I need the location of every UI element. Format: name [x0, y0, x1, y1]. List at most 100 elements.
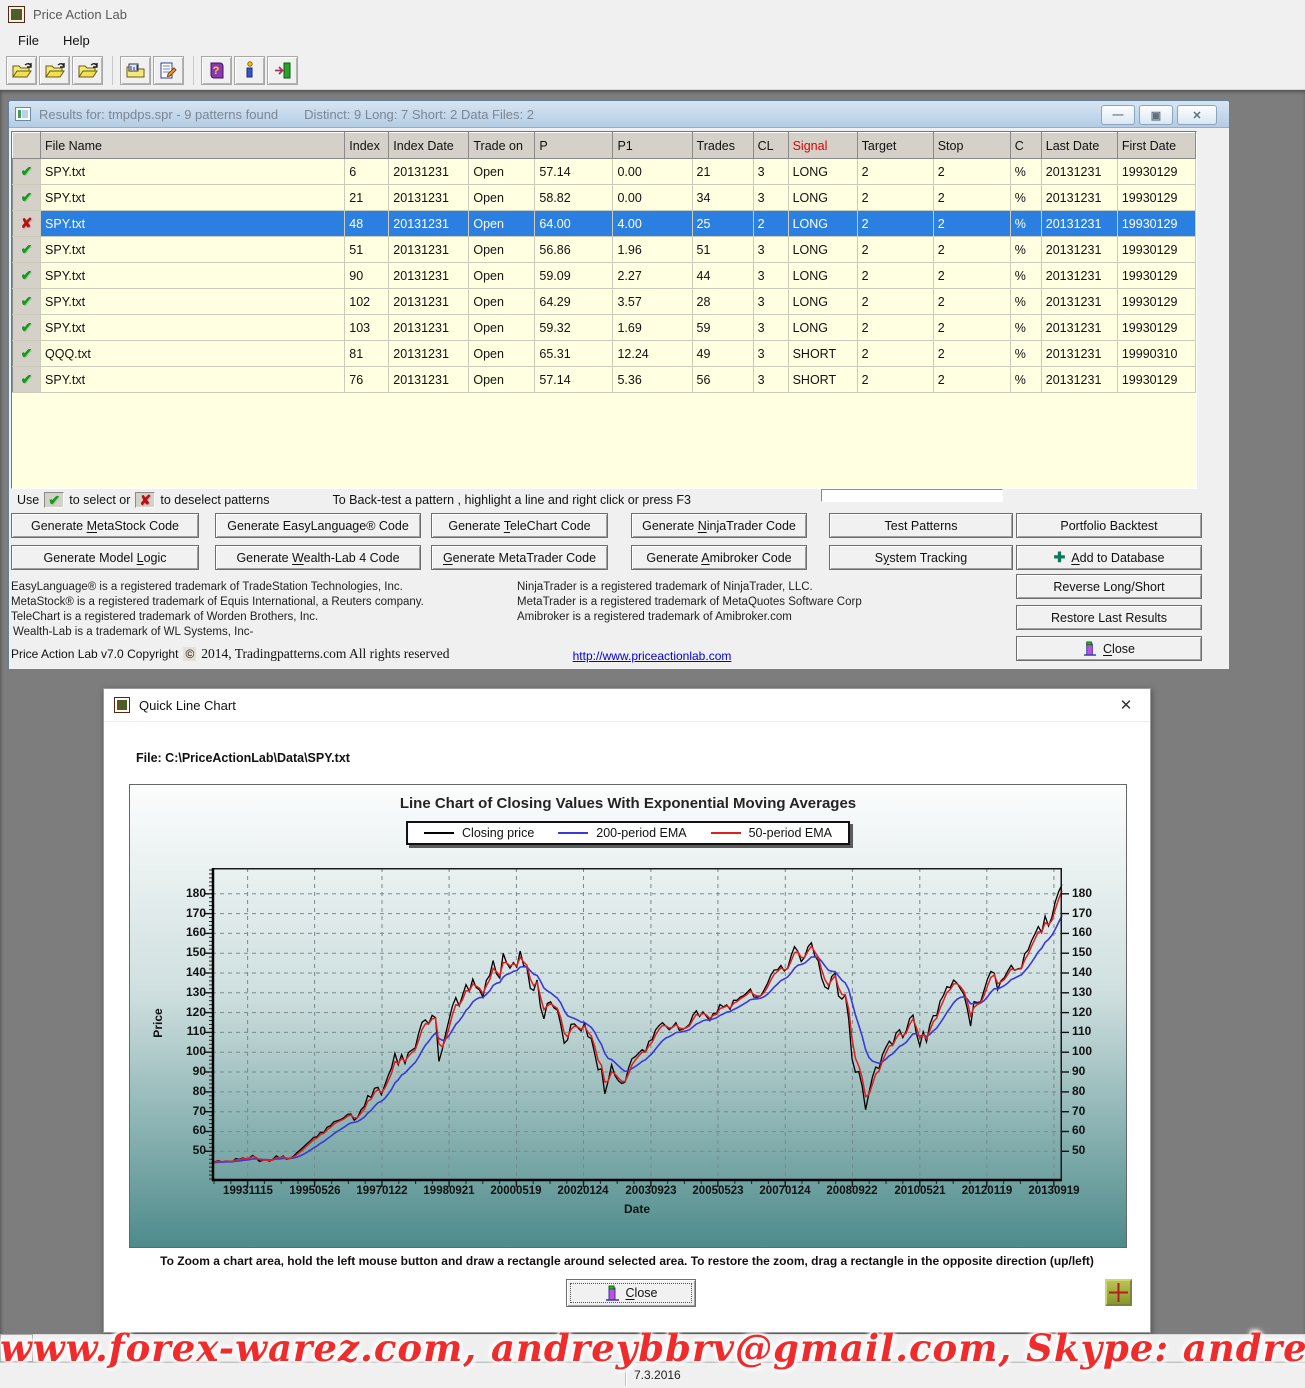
- column-header[interactable]: Target: [857, 133, 933, 159]
- table-cell: 20131231: [1041, 315, 1117, 341]
- button-generate-telechart-code[interactable]: Generate TeleChart Code: [431, 513, 608, 538]
- button-test-patterns[interactable]: Test Patterns: [829, 513, 1013, 538]
- quick-line-chart-dialog: Quick Line Chart ✕ File: C:\PriceActionL…: [103, 688, 1151, 1333]
- table-row[interactable]: ✔SPY.txt2120131231Open58.820.00343LONG22…: [13, 185, 1196, 211]
- trademark-line: Wealth-Lab is a trademark of WL Systems,…: [13, 626, 253, 638]
- table-cell: 58.82: [535, 185, 613, 211]
- column-header[interactable]: Index: [345, 133, 389, 159]
- table-cell: 20131231: [389, 185, 469, 211]
- open-file-button[interactable]: [6, 56, 37, 85]
- hint-use-text: Use: [17, 493, 39, 507]
- column-header-select[interactable]: [13, 133, 41, 159]
- table-cell: 44: [692, 263, 753, 289]
- y-tick-label: 140: [1072, 965, 1110, 979]
- table-cell: 2: [857, 289, 933, 315]
- table-cell: 21: [692, 159, 753, 185]
- button-reverse-long-short[interactable]: Reverse Long/Short: [1016, 574, 1202, 599]
- table-cell: %: [1010, 159, 1041, 185]
- table-cell: 2: [933, 341, 1010, 367]
- button-generate-metatrader-code[interactable]: Generate MetaTrader Code: [431, 545, 608, 570]
- column-header[interactable]: Trade on: [469, 133, 535, 159]
- edit-notes-button[interactable]: [153, 56, 184, 85]
- table-cell: %: [1010, 237, 1041, 263]
- row-check-icon[interactable]: ✔: [13, 315, 41, 341]
- button-generate-easylanguage-code[interactable]: Generate EasyLanguage® Code: [215, 513, 421, 538]
- exit-app-button[interactable]: [267, 56, 298, 85]
- y-tick-label: 150: [168, 945, 206, 959]
- scan-data-button[interactable]: [120, 56, 151, 85]
- row-check-icon[interactable]: ✔: [13, 341, 41, 367]
- column-header[interactable]: Last Date: [1041, 133, 1117, 159]
- table-row[interactable]: ✔QQQ.txt8120131231Open65.3112.24493SHORT…: [13, 341, 1196, 367]
- column-header[interactable]: C: [1010, 133, 1041, 159]
- column-header[interactable]: P1: [613, 133, 692, 159]
- table-cell: 20131231: [389, 159, 469, 185]
- help-book-icon: ?: [207, 61, 227, 80]
- table-cell: SHORT: [788, 341, 857, 367]
- menu-help[interactable]: Help: [53, 31, 100, 50]
- help-book-button[interactable]: ?: [201, 56, 232, 85]
- website-link[interactable]: http://www.priceactionlab.com: [557, 649, 747, 663]
- dialog-titlebar[interactable]: Quick Line Chart ✕: [104, 689, 1150, 722]
- copyright-symbol: ©: [183, 647, 196, 661]
- row-check-icon[interactable]: ✔: [13, 159, 41, 185]
- close-window-button[interactable]: ✕: [1177, 105, 1217, 125]
- table-row[interactable]: ✔SPY.txt7620131231Open57.145.36563SHORT2…: [13, 367, 1196, 393]
- button-system-tracking[interactable]: System Tracking: [829, 545, 1013, 570]
- table-row[interactable]: ✔SPY.txt620131231Open57.140.00213LONG22%…: [13, 159, 1196, 185]
- table-cell: 64.00: [535, 211, 613, 237]
- button-generate-amibroker-code[interactable]: Generate Amibroker Code: [631, 545, 807, 570]
- open-file-button[interactable]: [39, 56, 70, 85]
- column-header[interactable]: File Name: [41, 133, 345, 159]
- table-cell: 48: [345, 211, 389, 237]
- row-check-icon[interactable]: ✔: [13, 237, 41, 263]
- button-generate-ninjatrader-code[interactable]: Generate NinjaTrader Code: [631, 513, 807, 538]
- row-x-icon[interactable]: ✘: [13, 211, 41, 237]
- menu-file[interactable]: File: [8, 31, 49, 50]
- button-generate-model-logic[interactable]: Generate Model Logic: [11, 545, 199, 570]
- button-portfolio-backtest[interactable]: Portfolio Backtest: [1016, 513, 1202, 538]
- hint-select-text: to select or: [69, 493, 130, 507]
- x-tick-label: 20080922: [820, 1185, 884, 1197]
- row-check-icon[interactable]: ✔: [13, 289, 41, 315]
- minimize-button[interactable]: —: [1101, 105, 1135, 125]
- table-row[interactable]: ✔SPY.txt5120131231Open56.861.96513LONG22…: [13, 237, 1196, 263]
- column-header[interactable]: Signal: [788, 133, 857, 159]
- column-header[interactable]: Trades: [692, 133, 753, 159]
- column-header[interactable]: CL: [753, 133, 788, 159]
- button-restore-last-results[interactable]: Restore Last Results: [1016, 605, 1202, 630]
- column-header[interactable]: Index Date: [389, 133, 469, 159]
- row-check-icon[interactable]: ✔: [13, 367, 41, 393]
- dialog-close-x-icon[interactable]: ✕: [1112, 696, 1140, 714]
- results-titlebar[interactable]: Results for: tmpdps.spr - 9 patterns fou…: [9, 101, 1229, 128]
- y-tick-label: 80: [1072, 1084, 1110, 1098]
- x-tick-label: 20120119: [955, 1185, 1019, 1197]
- row-check-icon[interactable]: ✔: [13, 185, 41, 211]
- table-row[interactable]: ✘SPY.txt4820131231Open64.004.00252LONG22…: [13, 211, 1196, 237]
- expand-chart-button[interactable]: [1105, 1279, 1132, 1306]
- button-close[interactable]: Close: [1016, 636, 1202, 661]
- open-file-button[interactable]: [72, 56, 103, 85]
- table-row[interactable]: ✔SPY.txt10320131231Open59.321.69593LONG2…: [13, 315, 1196, 341]
- plot-area[interactable]: [212, 868, 1062, 1181]
- results-table-container: File NameIndexIndex DateTrade onPP1Trade…: [11, 131, 1197, 489]
- table-cell: 5.36: [613, 367, 692, 393]
- table-row[interactable]: ✔SPY.txt10220131231Open64.293.57283LONG2…: [13, 289, 1196, 315]
- y-tick-label: 80: [168, 1084, 206, 1098]
- chart-panel[interactable]: Line Chart of Closing Values With Expone…: [129, 784, 1127, 1248]
- button-generate-metastock-code[interactable]: Generate MetaStock Code: [11, 513, 199, 538]
- x-tick-label: 19980921: [417, 1185, 481, 1197]
- button-generate-wealth-lab-4-code[interactable]: Generate Wealth-Lab 4 Code: [215, 545, 421, 570]
- table-cell: Open: [469, 237, 535, 263]
- column-header[interactable]: P: [535, 133, 613, 159]
- row-check-icon[interactable]: ✔: [13, 263, 41, 289]
- dialog-close-button[interactable]: Close: [566, 1279, 696, 1307]
- column-header[interactable]: First Date: [1117, 133, 1195, 159]
- column-header[interactable]: Stop: [933, 133, 1010, 159]
- table-cell: 57.14: [535, 367, 613, 393]
- table-row[interactable]: ✔SPY.txt9020131231Open59.092.27443LONG22…: [13, 263, 1196, 289]
- button-add-to-database[interactable]: ✚Add to Database: [1016, 545, 1202, 570]
- about-info-button[interactable]: [234, 56, 265, 85]
- maximize-button[interactable]: ▣: [1139, 105, 1173, 125]
- trademark-line: MetaStock® is a registered trademark of …: [11, 596, 424, 608]
